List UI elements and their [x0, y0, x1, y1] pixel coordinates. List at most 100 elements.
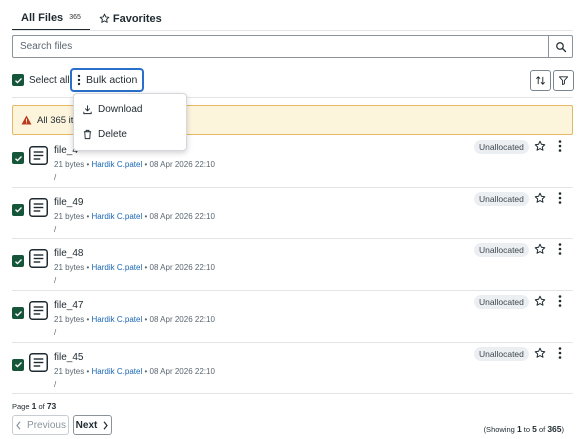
- document-icon: [29, 301, 48, 321]
- file-row[interactable]: file_47 21 bytes • Hardik C.patel • 08 Ap…: [12, 291, 573, 343]
- kebab-menu-icon[interactable]: [556, 242, 564, 256]
- document-icon: [29, 197, 48, 217]
- chevron-right-icon: [103, 420, 109, 430]
- file-author-link[interactable]: Hardik C.patel: [92, 367, 143, 376]
- bulk-action-button[interactable]: Bulk action: [70, 68, 144, 92]
- total-pages: 73: [46, 401, 57, 411]
- file-author-link[interactable]: Hardik C.patel: [92, 263, 143, 272]
- tab-all-files[interactable]: All Files 365: [12, 6, 90, 31]
- range-end: 5: [532, 424, 537, 434]
- next-label: Next: [75, 419, 98, 431]
- menu-item-download-label: Download: [98, 104, 143, 115]
- file-date: 08 Apr 2026 22:10: [149, 263, 215, 273]
- file-size: 21 bytes: [54, 263, 85, 273]
- status-badge: Unallocated: [474, 295, 529, 310]
- file-row[interactable]: file_48 21 bytes • Hardik C.patel • 08 Ap…: [12, 239, 573, 292]
- search-bar: [12, 35, 573, 58]
- select-all-checkbox[interactable]: [12, 74, 24, 86]
- star-icon: [99, 13, 110, 23]
- file-name[interactable]: file_49: [54, 197, 83, 208]
- status-badge: Unallocated: [474, 346, 529, 361]
- page-word: Page: [12, 402, 30, 411]
- search-icon: [555, 41, 566, 52]
- filter-icon: [558, 76, 569, 86]
- kebab-menu-icon[interactable]: [556, 139, 564, 153]
- select-all-label: Select all: [29, 74, 70, 86]
- file-author-link[interactable]: Hardik C.patel: [92, 212, 143, 221]
- previous-button[interactable]: Previous: [12, 415, 69, 435]
- previous-label: Previous: [27, 419, 66, 431]
- showing-word: (Showing: [483, 425, 515, 434]
- file-row[interactable]: file_49 21 bytes • Hardik C.patel • 08 Ap…: [12, 188, 573, 240]
- kebab-menu-icon[interactable]: [556, 191, 564, 205]
- bulk-action-menu: Download Delete: [73, 93, 187, 151]
- menu-item-delete-label: Delete: [98, 129, 127, 140]
- checkmark-icon: [14, 77, 22, 84]
- meta-separator: •: [86, 160, 90, 169]
- file-date: 08 Apr 2026 22:10: [149, 211, 215, 221]
- file-list: file_4 21 bytes • Hardik C.patel • 08 Apr…: [12, 136, 573, 395]
- file-meta: 21 bytes • Hardik C.patel • 08 Apr 2026 …: [54, 263, 215, 272]
- file-meta: 21 bytes • Hardik C.patel • 08 Apr 2026 …: [54, 367, 215, 376]
- file-author-link[interactable]: Hardik C.patel: [92, 315, 143, 324]
- warning-icon: [21, 115, 32, 125]
- checkmark-icon: [14, 207, 22, 213]
- favorite-star-icon[interactable]: [534, 347, 546, 359]
- sort-button[interactable]: [530, 70, 551, 91]
- filter-button[interactable]: [553, 70, 574, 91]
- tabs-divider: [12, 30, 573, 31]
- favorite-star-icon[interactable]: [534, 140, 546, 152]
- sort-arrows-icon: [536, 76, 545, 85]
- file-author-link[interactable]: Hardik C.patel: [92, 160, 143, 169]
- file-name[interactable]: file_48: [54, 248, 83, 259]
- checkmark-icon: [14, 362, 22, 368]
- status-badge: Unallocated: [474, 191, 529, 206]
- file-name[interactable]: file_47: [54, 300, 83, 311]
- chevron-left-icon: [16, 420, 21, 430]
- favorite-star-icon[interactable]: [534, 295, 546, 307]
- file-name[interactable]: file_45: [54, 352, 83, 363]
- menu-item-download[interactable]: Download: [74, 97, 186, 122]
- row-checkbox[interactable]: [12, 358, 24, 371]
- file-size: 21 bytes: [54, 315, 85, 325]
- range-to-word: to: [523, 425, 531, 434]
- row-checkbox[interactable]: [12, 255, 24, 268]
- row-checkbox[interactable]: [12, 203, 24, 216]
- favorite-star-icon[interactable]: [534, 192, 546, 204]
- meta-separator: •: [86, 315, 90, 325]
- status-badge: Unallocated: [474, 140, 529, 154]
- kebab-menu-icon[interactable]: [556, 346, 564, 360]
- file-date: 08 Apr 2026 22:10: [149, 366, 215, 376]
- search-input[interactable]: [13, 36, 548, 57]
- select-all-control[interactable]: Select all: [12, 74, 70, 86]
- file-meta: 21 bytes • Hardik C.patel • 08 Apr 2026 …: [54, 315, 215, 324]
- tab-favorites[interactable]: Favorites: [90, 6, 171, 31]
- row-checkbox[interactable]: [12, 307, 24, 320]
- range-close-paren: ): [561, 425, 565, 434]
- file-meta: 21 bytes • Hardik C.patel • 08 Apr 2026 …: [54, 212, 215, 221]
- tab-all-files-label: All Files: [21, 11, 64, 24]
- file-path: /: [54, 328, 57, 338]
- page-of-word: of: [38, 402, 45, 411]
- range-total: 365: [547, 424, 562, 434]
- next-button[interactable]: Next: [73, 415, 112, 435]
- favorite-star-icon[interactable]: [534, 243, 546, 255]
- meta-separator: •: [144, 211, 148, 221]
- current-page: 1: [31, 401, 37, 411]
- search-button[interactable]: [548, 36, 572, 57]
- range-start: 1: [516, 424, 522, 434]
- menu-item-delete[interactable]: Delete: [74, 122, 186, 147]
- row-checkbox[interactable]: [12, 152, 24, 164]
- bulk-action-label: Bulk action: [86, 74, 138, 86]
- kebab-menu-icon[interactable]: [556, 294, 564, 308]
- range-of-word: of: [538, 425, 546, 434]
- file-path: /: [54, 173, 57, 182]
- meta-separator: •: [144, 315, 148, 325]
- checkmark-icon: [14, 155, 22, 162]
- file-size: 21 bytes: [54, 366, 85, 376]
- page-indicator: Page 1 of 73: [12, 401, 56, 411]
- status-badge: Unallocated: [474, 243, 529, 258]
- file-meta: 21 bytes • Hardik C.patel • 08 Apr 2026 …: [54, 160, 215, 169]
- file-row[interactable]: file_45 21 bytes • Hardik C.patel • 08 Ap…: [12, 343, 573, 395]
- showing-range: (Showing 1 to 5 of 365): [484, 424, 564, 434]
